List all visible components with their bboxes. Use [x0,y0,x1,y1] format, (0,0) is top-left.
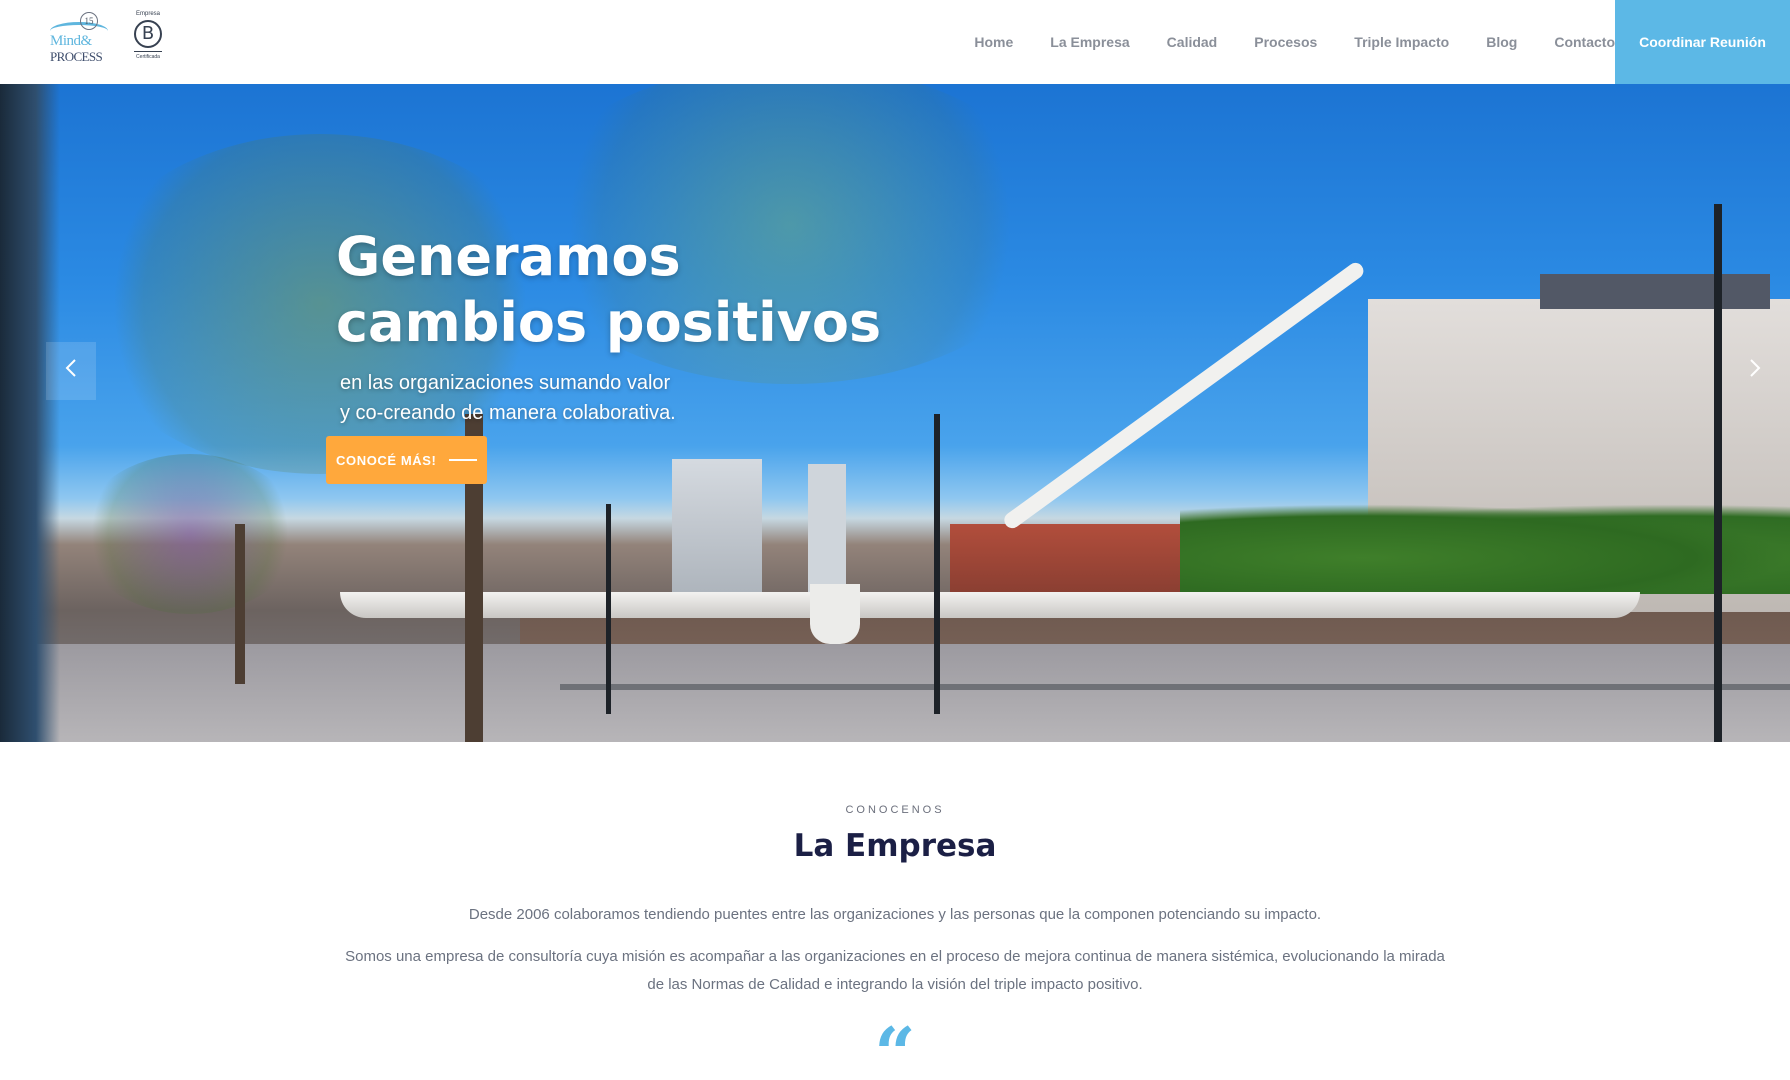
hero-slider: Generamos cambios positivos en las organ… [0,84,1790,742]
slider-next-button[interactable] [1730,342,1780,400]
hero-street-lamp-1 [1714,204,1722,742]
hero-street-lamp-3 [606,504,611,714]
hero-trees-right [1180,504,1790,594]
nav-calidad[interactable]: Calidad [1167,34,1218,50]
hero-headline-line2: cambios positivos [336,291,882,354]
hero-bridge-deck [340,592,1640,618]
main-nav: Home La Empresa Calidad Procesos Triple … [937,0,1615,84]
hero-walkway [0,644,1790,742]
nav-triple-impacto[interactable]: Triple Impacto [1354,34,1449,50]
mind-process-logo[interactable]: 15 Mind& PROCESS [48,12,112,66]
logo-text-mind: Mind& [50,33,92,49]
hero-street-lamp-2 [934,414,940,714]
bcorp-b-icon: B [134,20,162,48]
nav-home[interactable]: Home [974,34,1013,50]
quote-icon: “ [874,1011,916,1080]
chevron-right-icon [1748,357,1762,386]
about-paragraph-2: Somos una empresa de consultoría cuya mi… [345,948,1445,993]
hero-bridge-mast [1001,259,1367,532]
hero-headline: Generamos cambios positivos [336,224,956,356]
hero-jacaranda-tree [80,454,300,614]
hero-headline-line1: Generamos [336,225,681,288]
hero-tower-2 [808,464,846,594]
anniversary-badge: 15 [80,12,98,30]
hero-subtitle-line1: en las organizaciones sumando valor [340,372,671,394]
bcorp-logo: Empresa B Certificada [128,10,168,66]
slider-prev-button[interactable] [46,342,96,400]
hero-glass-facade [0,84,60,742]
hero-subtitle-line2: y co-creando de manera colaborativa. [340,402,676,424]
arrow-line-icon [448,459,477,461]
nav-procesos[interactable]: Procesos [1254,34,1317,50]
conoce-mas-button[interactable]: CONOCÉ MÁS! [326,436,487,484]
nav-la-empresa[interactable]: La Empresa [1050,34,1129,50]
site-header: 15 Mind& PROCESS Empresa B Certificada H… [0,0,1790,84]
section-eyebrow: CONOCENOS [845,804,945,816]
about-section: CONOCENOS La Empresa Desde 2006 colabora… [0,742,1790,1080]
hero-subtitle: en las organizaciones sumando valor y co… [340,368,900,428]
hero-railing [560,684,1790,690]
section-title: La Empresa [793,828,997,864]
about-paragraph-1: Desde 2006 colaboramos tendiendo puentes… [468,906,1322,923]
chevron-left-icon [64,357,78,386]
conoce-mas-label: CONOCÉ MÁS! [336,452,437,468]
hero-building-roof [1540,274,1770,309]
coordinar-reunion-button[interactable]: Coordinar Reunión [1615,0,1790,84]
nav-contacto[interactable]: Contacto [1554,34,1615,50]
bcorp-top-text: Empresa [135,11,160,17]
logo-text-process: PROCESS [50,49,103,64]
hero-tree-trunk-2 [235,524,245,684]
nav-blog[interactable]: Blog [1486,34,1517,50]
bcorp-divider [134,51,162,52]
hero-bridge-pillar [810,584,860,644]
bcorp-bottom-text: Certificada [136,54,160,60]
hero-tower-1 [672,459,762,609]
